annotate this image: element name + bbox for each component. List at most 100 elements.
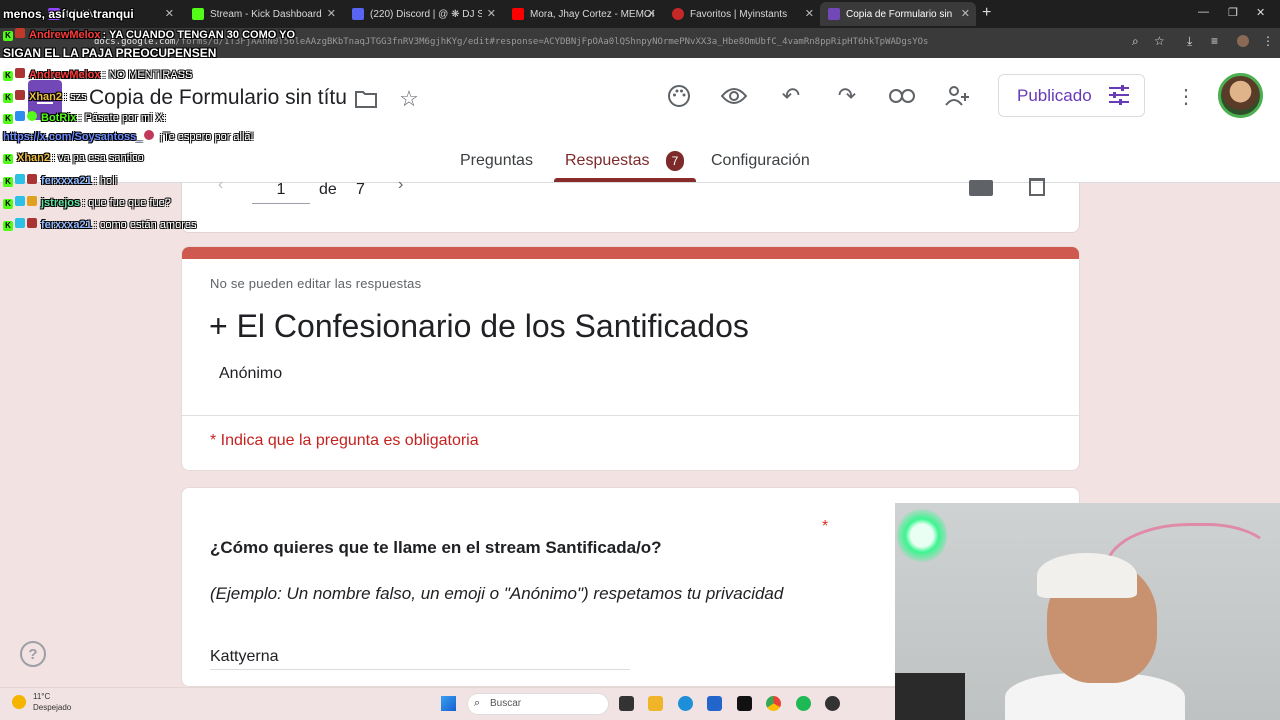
google-forms-icon — [828, 8, 840, 20]
chrome-icon[interactable] — [766, 696, 781, 711]
tab-google-forms[interactable]: Copia de Formulario sin título ✕ — [820, 2, 976, 26]
close-icon[interactable]: ✕ — [647, 7, 656, 20]
edge-icon[interactable] — [678, 696, 693, 711]
spotify-icon[interactable] — [796, 696, 811, 711]
minimize-button[interactable]: — — [1198, 6, 1209, 18]
bookmark-star-icon[interactable]: ☆ — [1154, 34, 1165, 48]
chat-text: : holi — [93, 175, 118, 187]
gaming-chair — [895, 673, 965, 720]
kick-badge-icon: K — [3, 31, 13, 41]
kick-icon — [192, 8, 204, 20]
sub-badge-icon — [27, 174, 37, 184]
sub-badge-icon — [15, 90, 25, 100]
published-button[interactable]: Publicado — [998, 74, 1145, 117]
chat-message: Kferxxxa21: holi — [3, 174, 117, 187]
youtube-icon — [512, 8, 524, 20]
more-options-icon[interactable]: ⋮ — [1176, 84, 1196, 109]
chat-overlay-line: SIGAN EL LA PAJA PREOCUPENSEN — [3, 46, 217, 60]
tab-youtube[interactable]: Mora, Jhay Cortez - MEMORIAS ✕ — [504, 2, 662, 26]
chat-text: : que fue que fue? — [82, 197, 171, 209]
taskbar-search[interactable]: ⌕ Buscar — [467, 693, 609, 715]
browser-tab-bar: tch Live c ✕ Stream - Kick Dashboard ✕ (… — [0, 0, 1280, 28]
preview-eye-icon[interactable] — [721, 83, 747, 109]
chat-link[interactable]: https://x.com/Soysantoss_ — [3, 131, 142, 143]
chat-message: K Xhan2: va pa esa santico — [3, 152, 144, 164]
star-icon[interactable]: ☆ — [396, 86, 422, 112]
tab-kick[interactable]: Stream - Kick Dashboard ✕ — [184, 2, 342, 26]
required-note: * Indica que la pregunta es obligatoria — [210, 432, 479, 449]
delete-icon[interactable] — [1029, 178, 1045, 196]
chat-text: ¡Te espero por allá! — [159, 131, 254, 143]
myinstants-icon — [672, 8, 684, 20]
kick-badge-icon: K — [3, 114, 13, 124]
task-view-icon[interactable] — [619, 696, 634, 711]
document-title[interactable]: Copia de Formulario sin títu — [89, 86, 347, 110]
download-icon[interactable]: ⤓ — [1187, 34, 1192, 49]
chat-message: Kferxxxa21: como están amores — [3, 218, 197, 231]
tab-questions[interactable]: Preguntas — [460, 152, 533, 170]
tab-label: Favoritos | Myinstants — [690, 8, 788, 20]
file-explorer-icon[interactable] — [648, 696, 663, 711]
sub-badge-icon — [15, 28, 25, 38]
chat-text: : Pásate por mi X: — [78, 112, 166, 124]
ytmusic-icon[interactable] — [737, 696, 752, 711]
webcam-overlay — [895, 503, 1280, 720]
maximize-button[interactable]: ❐ — [1228, 6, 1238, 19]
tab-responses[interactable]: Respuestas — [565, 152, 650, 170]
chevron-left-icon[interactable]: ‹ — [218, 176, 223, 194]
close-window-button[interactable]: ✕ — [1256, 6, 1265, 19]
answer-field: Kattyerna — [210, 648, 630, 670]
close-icon[interactable]: ✕ — [961, 7, 970, 20]
link-icon[interactable] — [889, 83, 915, 109]
chat-overlay-line: menos, así que tranqui — [3, 7, 134, 21]
kick-badge-icon: K — [3, 177, 13, 187]
moon-icon — [12, 695, 26, 709]
move-to-folder-icon[interactable] — [353, 86, 379, 112]
close-icon[interactable]: ✕ — [805, 7, 814, 20]
response-pager-card — [181, 183, 1080, 233]
verified-badge-icon — [27, 111, 37, 121]
question-title: ¿Cómo quieres que te llame en el stream … — [210, 538, 662, 557]
tab-myinstants[interactable]: Favoritos | Myinstants ✕ — [664, 2, 820, 26]
store-icon[interactable] — [707, 696, 722, 711]
chevron-right-icon[interactable]: › — [398, 176, 403, 194]
kick-badge-icon: K — [3, 154, 13, 164]
obs-icon[interactable] — [825, 696, 840, 711]
windows-start-icon[interactable] — [441, 696, 456, 711]
bot-badge-icon — [15, 111, 25, 121]
search-icon: ⌕ — [474, 697, 481, 709]
chat-message: K BotRix: Pásate por mi X: — [3, 111, 166, 124]
kick-badge-icon: K — [3, 93, 13, 103]
close-icon[interactable]: ✕ — [165, 7, 174, 20]
redo-icon[interactable]: ↷ — [834, 83, 860, 109]
account-avatar[interactable] — [1218, 73, 1263, 118]
new-tab-button[interactable]: + — [982, 4, 991, 22]
pager-total: 7 — [356, 181, 365, 198]
required-asterisk: * — [822, 518, 829, 535]
chat-message: Kjstrejos: que fue que fue? — [3, 196, 171, 209]
response-number-input[interactable]: 1 — [252, 178, 310, 204]
zoom-icon[interactable]: ⌕ — [1132, 34, 1139, 49]
tab-settings[interactable]: Configuración — [711, 152, 810, 170]
chat-text: : NO MENTIRASS — [102, 69, 193, 81]
tab-discord[interactable]: (220) Discord | @ ❋ DJ SANRO ✕ — [344, 2, 502, 26]
add-collaborator-icon[interactable] — [945, 83, 971, 109]
chat-text: : szs — [64, 91, 87, 103]
print-icon[interactable] — [969, 180, 993, 196]
heart-emoji-icon — [144, 130, 155, 140]
kick-badge-icon: K — [3, 199, 13, 209]
chat-username: Xhan2 — [17, 152, 51, 164]
close-icon[interactable]: ✕ — [327, 7, 336, 20]
chat-text: : como están amores — [93, 219, 197, 231]
close-icon[interactable]: ✕ — [487, 7, 496, 20]
help-button[interactable]: ? — [20, 641, 46, 667]
customize-theme-icon[interactable] — [666, 83, 692, 109]
undo-icon[interactable]: ↶ — [778, 83, 804, 109]
profile-avatar-icon[interactable] — [1237, 35, 1249, 47]
tab-label: (220) Discord | @ ❋ DJ SANRO — [370, 8, 482, 20]
browser-menu-icon[interactable]: ⋮ — [1262, 34, 1274, 48]
chat-text: : va pa esa santico — [52, 152, 144, 164]
media-control-icon[interactable]: ≡ — [1211, 34, 1218, 48]
tab-label: Mora, Jhay Cortez - MEMORIAS — [530, 8, 654, 20]
chat-username: BotRix — [41, 112, 77, 124]
